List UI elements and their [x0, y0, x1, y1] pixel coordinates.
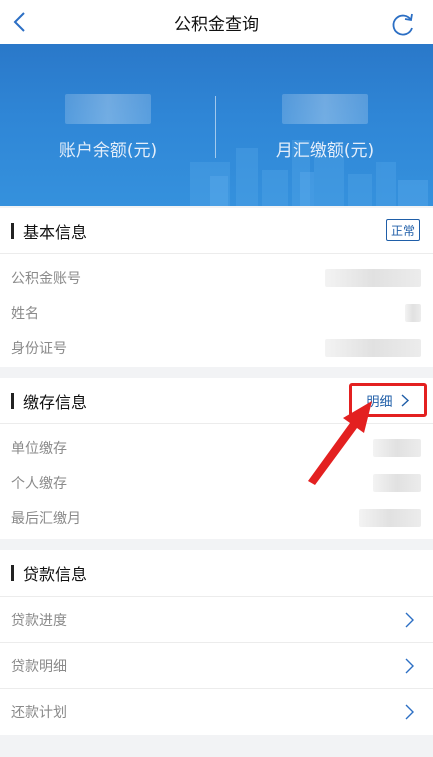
section-title: 贷款信息 [23, 565, 88, 584]
monthly-value-redacted [282, 94, 368, 124]
repayment-plan-item[interactable]: 还款计划 [0, 688, 433, 734]
balance-label: 账户余额(元) [58, 141, 158, 161]
row-label: 还款计划 [11, 704, 67, 721]
section-header: 贷款信息 [0, 550, 433, 596]
chevron-right-icon [405, 704, 414, 720]
row-label: 身份证号 [11, 340, 67, 357]
page-title: 公积金查询 [174, 14, 259, 35]
banner-divider [215, 96, 216, 158]
refresh-icon [392, 13, 413, 36]
refresh-button[interactable] [389, 10, 417, 38]
monthly-deposit-block: 月汇缴额(元) [217, 94, 433, 161]
row-label: 最后汇缴月 [11, 510, 81, 527]
row-label: 贷款明细 [11, 658, 67, 675]
info-row: 身份证号 [0, 330, 433, 365]
section-marker [11, 222, 14, 239]
info-row: 最后汇缴月 [0, 500, 433, 535]
status-badge: 正常 [386, 219, 420, 241]
chevron-left-icon [13, 12, 25, 32]
balance-value-redacted [65, 94, 151, 124]
row-label: 姓名 [11, 305, 39, 322]
row-label: 贷款进度 [11, 612, 67, 629]
chevron-right-icon [405, 612, 414, 628]
personal-deposit-redacted [373, 473, 421, 492]
last-deposit-month-redacted [359, 508, 421, 527]
info-row: 公积金账号 [0, 260, 433, 295]
section-title: 缴存信息 [23, 392, 88, 412]
section-header: 基本信息 正常 [0, 208, 433, 254]
section-marker [11, 565, 14, 581]
account-number-redacted [325, 268, 421, 287]
account-summary-banner: 账户余额(元) 月汇缴额(元) [0, 44, 433, 206]
chevron-right-icon [405, 658, 414, 674]
annotation-arrow-icon [308, 401, 372, 485]
loan-detail-item[interactable]: 贷款明细 [0, 642, 433, 688]
id-number-redacted [325, 338, 421, 357]
row-label: 个人缴存 [11, 475, 67, 492]
loan-info-section: 贷款信息 贷款进度 贷款明细 还款计划 [0, 550, 433, 735]
name-redacted [405, 303, 421, 322]
section-marker [11, 392, 14, 409]
row-label: 公积金账号 [11, 270, 81, 287]
monthly-label: 月汇缴额(元) [275, 141, 375, 161]
basic-info-section: 基本信息 正常 公积金账号 姓名 身份证号 [0, 208, 433, 367]
info-row: 姓名 [0, 295, 433, 330]
balance-block: 账户余额(元) [0, 94, 216, 161]
loan-progress-item[interactable]: 贷款进度 [0, 596, 433, 642]
company-deposit-redacted [373, 438, 421, 457]
section-title: 基本信息 [23, 222, 88, 242]
row-label: 单位缴存 [11, 440, 67, 457]
chevron-right-icon [401, 393, 409, 407]
navigation-bar: 公积金查询 [0, 0, 433, 44]
back-button[interactable] [4, 6, 34, 38]
